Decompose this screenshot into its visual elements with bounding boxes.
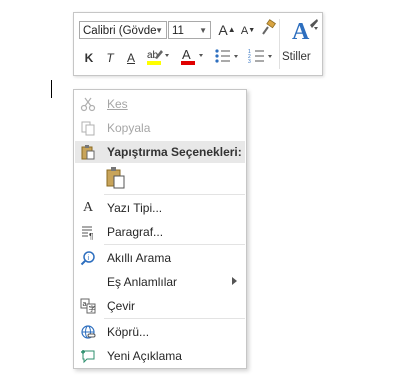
- highlight-button[interactable]: ab: [144, 46, 172, 66]
- font-size-value: 11: [172, 25, 184, 37]
- font-size-combobox[interactable]: 11 ▼: [168, 21, 211, 39]
- menu-item-paragraph[interactable]: ¶ Paragraf...: [75, 221, 245, 243]
- font-color-button[interactable]: A: [178, 46, 206, 66]
- svg-text:a: a: [83, 301, 87, 308]
- styles-icon: A: [292, 19, 318, 45]
- menu-item-label: Akıllı Arama: [107, 251, 172, 265]
- menu-item-font[interactable]: A Yazı Tipi...: [75, 197, 245, 219]
- menu-item-smart-lookup[interactable]: i Akıllı Arama: [75, 247, 245, 269]
- grow-font-label: A: [218, 22, 228, 38]
- menu-item-label: Paragraf...: [107, 225, 164, 239]
- smart-lookup-icon: i: [80, 251, 95, 266]
- numbering-icon: 1 2 3: [248, 49, 272, 65]
- menu-item-label: Kopyala: [107, 121, 151, 135]
- font-icon: A: [82, 200, 94, 215]
- grow-font-button[interactable]: A▲: [218, 20, 236, 40]
- styles-button[interactable]: A: [290, 17, 320, 45]
- format-painter-button[interactable]: [260, 19, 278, 39]
- font-name-combobox[interactable]: Calibri (Gövde ▼: [79, 21, 167, 39]
- chevron-down-icon[interactable]: ▼: [199, 22, 207, 38]
- svg-text:ab: ab: [147, 50, 159, 61]
- copy-icon: [81, 121, 95, 136]
- menu-item-label: Yapıştırma Seçenekleri:: [107, 145, 242, 159]
- svg-text:i: i: [88, 255, 90, 262]
- menu-item-cut[interactable]: Kes: [75, 93, 245, 115]
- menu-item-label: Yazı Tipi...: [107, 201, 163, 215]
- menu-item-label: Çevir: [107, 299, 136, 313]
- context-menu: Kes Kopyala Yapıştırma Seçenekleri: A Ya…: [73, 89, 247, 369]
- highlighter-icon: ab: [147, 50, 169, 65]
- translate-icon: a 字: [80, 298, 96, 314]
- menu-item-translate[interactable]: a 字 Çevir: [75, 295, 245, 317]
- bullets-button[interactable]: [212, 46, 242, 66]
- menu-item-new-comment[interactable]: Yeni Açıklama: [75, 345, 245, 367]
- font-color-icon: A: [181, 47, 203, 65]
- menu-item-synonyms[interactable]: Eş Anlamlılar: [75, 271, 245, 293]
- comment-icon: [81, 350, 95, 364]
- paste-icon: [106, 167, 125, 189]
- shrink-font-button[interactable]: A▼: [240, 21, 256, 41]
- format-painter-icon: [262, 19, 276, 35]
- italic-button[interactable]: T: [104, 48, 116, 68]
- menu-item-label: Yeni Açıklama: [107, 349, 182, 363]
- styles-label[interactable]: Stiller: [282, 51, 311, 63]
- text-cursor: [51, 80, 52, 98]
- toolbar-separator: [279, 19, 280, 69]
- menu-item-hyperlink[interactable]: Köprü...: [75, 321, 245, 343]
- svg-text:¶: ¶: [89, 232, 93, 240]
- chevron-down-icon[interactable]: ▼: [155, 22, 163, 38]
- clipboard-icon: [81, 145, 95, 160]
- paste-keep-formatting-button[interactable]: [104, 166, 130, 190]
- svg-text:字: 字: [89, 304, 96, 313]
- menu-item-label: Eş Anlamlılar: [107, 275, 178, 289]
- menu-item-label: Kes: [107, 97, 128, 111]
- menu-separator: [104, 244, 245, 245]
- underline-button[interactable]: A: [125, 48, 137, 68]
- menu-item-copy[interactable]: Kopyala: [75, 117, 245, 139]
- svg-text:3: 3: [248, 59, 251, 65]
- chevron-right-icon: [232, 277, 237, 285]
- link-icon: [81, 325, 96, 339]
- paste-options-header: Yapıştırma Seçenekleri:: [75, 141, 245, 163]
- paragraph-icon: ¶: [82, 226, 93, 240]
- numbering-button[interactable]: 1 2 3: [246, 46, 276, 66]
- bullets-icon: [215, 49, 238, 63]
- svg-text:A: A: [182, 47, 191, 62]
- menu-separator: [104, 318, 245, 319]
- svg-text:A: A: [292, 19, 310, 45]
- bold-button[interactable]: K: [82, 48, 96, 68]
- menu-separator: [104, 194, 245, 195]
- scissors-icon: [80, 97, 96, 112]
- mini-toolbar: Calibri (Gövde ▼ 11 ▼ A▲ A▼ A Stiller K …: [73, 12, 323, 76]
- menu-item-label: Köprü...: [107, 325, 150, 339]
- font-name-value: Calibri (Gövde: [83, 25, 157, 37]
